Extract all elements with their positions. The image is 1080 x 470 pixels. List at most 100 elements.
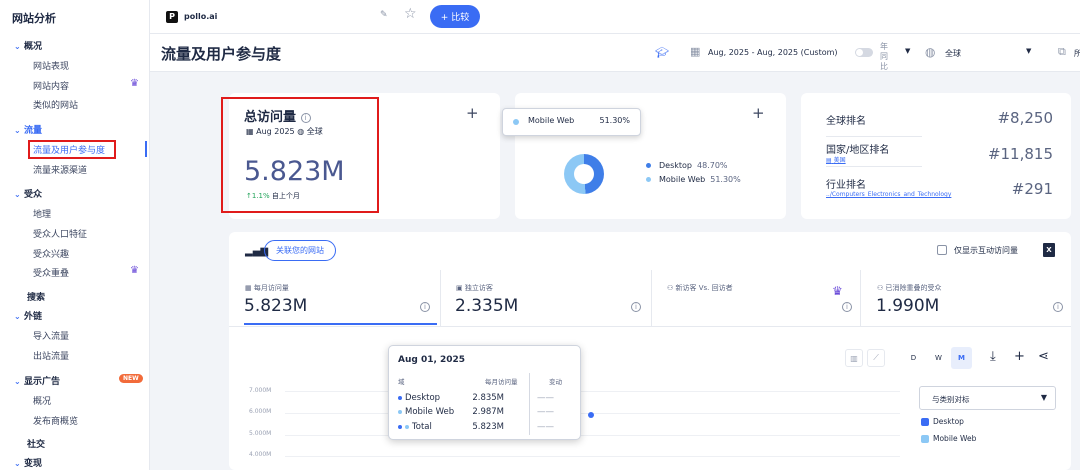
sidebar-item-similar-sites[interactable]: 类似的网站 [33, 98, 78, 111]
sidebar-item-geography[interactable]: 地理 [33, 207, 51, 220]
caret-down-icon[interactable]: ▼ [1026, 47, 1031, 55]
calendar-icon: ▦ [245, 284, 252, 292]
sidebar-item-incoming-traffic[interactable]: 导入流量 [33, 329, 69, 342]
divider [860, 270, 861, 326]
tooltip-date: Aug 01, 2025 [398, 355, 466, 365]
device-tooltip: Mobile Web 51.30% [502, 108, 641, 136]
date-range-picker[interactable]: Aug, 2025 - Aug, 2025 (Custom) [708, 48, 838, 57]
caret-down-icon: ▼ [1040, 393, 1047, 402]
bar-chart-toggle-icon[interactable]: ▥ [845, 349, 863, 367]
engaged-only-checkbox[interactable] [937, 245, 947, 255]
industry-link[interactable]: ../Computers_Electronics_and_Technology [826, 191, 951, 198]
sidebar: 网站分析 ⌄ 概况 网站表现 网站内容 ♛ 类似的网站 ⌄ 流量 流量及用户参与度 … [0, 0, 150, 470]
granularity-week[interactable]: W [928, 347, 949, 369]
divider [826, 136, 922, 137]
sidebar-section-backlinks[interactable]: ⌄ 外链 [14, 309, 42, 322]
excel-export-icon[interactable]: X [1043, 243, 1055, 257]
info-icon[interactable]: i [842, 302, 852, 313]
legend-mobile-web: Mobile Web 51.30% [646, 175, 741, 184]
chevron-down-icon: ⌄ [14, 126, 21, 135]
info-icon[interactable]: i [631, 302, 641, 313]
sidebar-item-interests[interactable]: 受众兴趣 [33, 247, 69, 260]
page-header: 流量及用户参与度 🎓︎ ▦ Aug, 2025 - Aug, 2025 (Cus… [150, 34, 1080, 72]
visitor-icon: ▣ [456, 284, 463, 292]
graduation-cap-icon[interactable]: 🎓︎ [655, 46, 669, 59]
data-point[interactable] [588, 412, 594, 418]
sidebar-item-site-content[interactable]: 网站内容 [33, 79, 69, 92]
info-icon[interactable]: i [420, 302, 430, 313]
calendar-icon: ▦ [690, 45, 701, 58]
divider [826, 166, 922, 167]
sidebar-item-site-performance[interactable]: 网站表现 [33, 59, 69, 72]
yoy-toggle[interactable] [855, 48, 873, 57]
compare-button[interactable]: + 比较 [430, 5, 480, 28]
country-rank-label: 国家/地区排名 [826, 145, 890, 156]
yoy-label: 年同比 [880, 42, 888, 71]
connect-site-button[interactable]: 关联您的网站 [264, 240, 336, 261]
download-icon[interactable]: ⤓ [990, 349, 996, 364]
active-indicator [145, 141, 147, 157]
y-tick-label: 5.000M [249, 430, 272, 437]
legend-dot [398, 424, 402, 429]
sidebar-item-traffic-sources[interactable]: 流量来源渠道 [33, 163, 87, 176]
metric-unique-visitors-label: ▣ 独立访客 [456, 284, 493, 292]
tooltip-col-visits: 每月访问量 [485, 378, 518, 386]
crown-icon: ♛ [130, 265, 139, 276]
legend-label-desktop: Desktop [933, 417, 964, 426]
sidebar-item-demographics[interactable]: 受众人口特征 [33, 227, 87, 240]
legend-label-mobile: Mobile Web [933, 434, 977, 443]
line-chart-toggle-icon[interactable]: ⟋ [867, 349, 885, 367]
sidebar-section-traffic[interactable]: ⌄ 流量 [14, 123, 42, 136]
legend-checkbox-desktop[interactable] [921, 418, 929, 426]
device-donut-chart[interactable] [564, 154, 604, 194]
add-icon[interactable]: + [1014, 349, 1025, 364]
chevron-down-icon: ⌄ [14, 190, 21, 199]
sidebar-section-search[interactable]: 搜索 [27, 290, 45, 303]
sidebar-item-audience-overlap[interactable]: 受众重叠 [33, 266, 69, 279]
sidebar-section-display-ads[interactable]: ⌄ 显示广告 [14, 374, 60, 387]
sidebar-section-audience[interactable]: ⌄ 受众 [14, 187, 42, 200]
chevron-down-icon: ⌄ [14, 459, 21, 468]
chevron-down-icon: ⌄ [14, 42, 21, 51]
add-icon[interactable]: + [752, 104, 765, 122]
sidebar-item-ads-overview[interactable]: 概况 [33, 394, 51, 407]
add-icon[interactable]: + [466, 104, 479, 122]
benchmark-select[interactable]: 与类别对标 ▼ [919, 386, 1056, 410]
highlight-box [221, 97, 379, 213]
country-link[interactable]: ▤ 美国 [826, 155, 846, 164]
share-icon[interactable]: ⋖ [1038, 349, 1049, 364]
pencil-icon[interactable]: ✎ [380, 10, 388, 20]
chevron-down-icon: ⌄ [14, 377, 21, 386]
industry-rank-label: 行业排名 [826, 180, 866, 191]
granularity-month[interactable]: M [951, 347, 972, 369]
compare-select[interactable]: 所有 [1074, 48, 1080, 59]
sidebar-section-overview[interactable]: ⌄ 概况 [14, 39, 42, 52]
info-icon[interactable]: i [1053, 302, 1063, 313]
divider [440, 270, 441, 326]
chart-tooltip: Aug 01, 2025 域 每月访问量 变动 Desktop 2.835M —— … [388, 345, 581, 440]
tooltip-row-total: Total 5.823M —— [398, 422, 576, 434]
star-icon[interactable]: ☆ [404, 6, 417, 22]
metric-monthly-visits-value: 5.823M [244, 296, 308, 316]
metric-deduplicated-audience-label: ⚇ 已消除重叠的受众 [877, 284, 942, 292]
sidebar-section-monetization[interactable]: ⌄ 变现 [14, 456, 42, 469]
users-icon: ⚇ [877, 284, 884, 292]
crown-icon: ♛ [130, 78, 139, 89]
sidebar-item-publisher-overview[interactable]: 发布商概览 [33, 414, 78, 427]
gridline [285, 435, 900, 436]
new-badge: NEW [119, 374, 143, 383]
legend-dot [398, 395, 402, 400]
sidebar-section-social[interactable]: 社交 [27, 437, 45, 450]
site-chip[interactable]: P pollo.ai [161, 6, 394, 27]
region-select[interactable]: 全球 [945, 48, 961, 59]
legend-checkbox-mobile[interactable] [921, 435, 929, 443]
legend-dot [405, 424, 409, 429]
legend-dot [513, 119, 519, 125]
caret-down-icon[interactable]: ▼ [905, 47, 910, 55]
sidebar-item-outgoing-traffic[interactable]: 出站流量 [33, 349, 69, 362]
active-metric-indicator [244, 323, 437, 325]
granularity-day[interactable]: D [903, 347, 924, 369]
sidebar-title: 网站分析 [12, 12, 56, 25]
engaged-only-label: 仅显示互动访问量 [954, 246, 1018, 255]
tooltip-row-mobile: Mobile Web 2.987M —— [398, 407, 576, 419]
